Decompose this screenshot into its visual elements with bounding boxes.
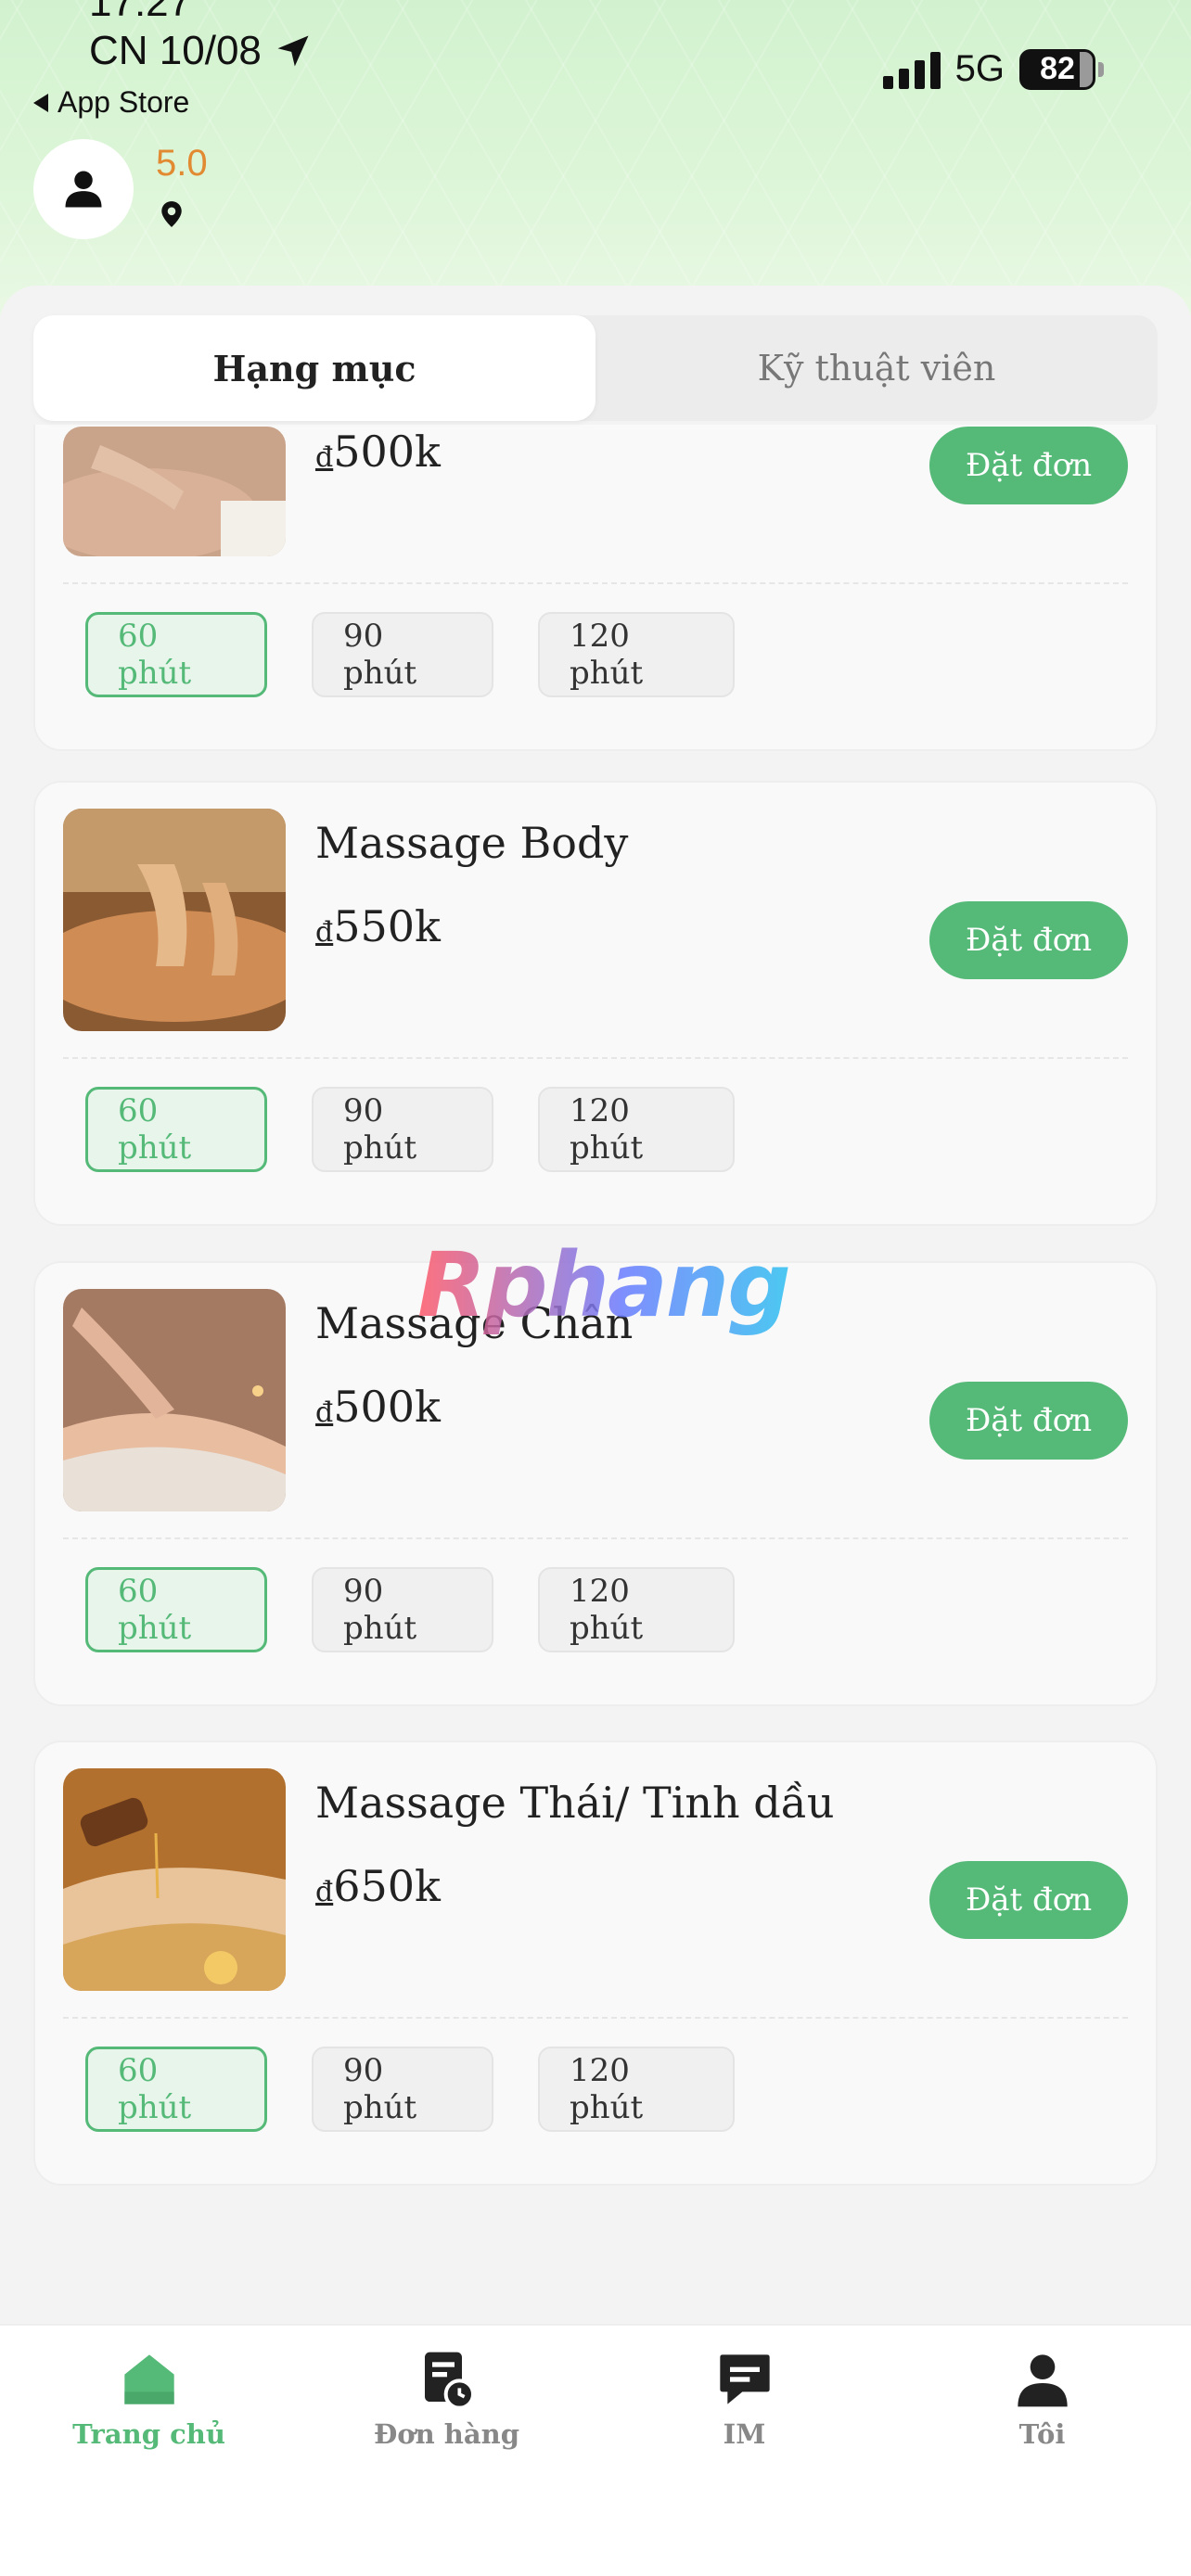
cellular-signal-icon xyxy=(882,50,941,89)
card-divider xyxy=(63,1057,1128,1059)
nav-me[interactable]: Tôi xyxy=(893,2326,1191,2576)
duration-option-90[interactable]: 90 phút xyxy=(312,1087,493,1172)
nav-orders[interactable]: Đơn hàng xyxy=(298,2326,596,2576)
duration-option-90[interactable]: 90 phút xyxy=(312,2047,493,2132)
service-image xyxy=(63,1768,286,1991)
duration-option-120[interactable]: 120 phút xyxy=(538,612,735,697)
person-icon xyxy=(1017,2354,1068,2407)
service-name: Massage Body xyxy=(315,818,629,868)
status-date-text: CN 10/08 xyxy=(89,28,262,73)
location-arrow-icon xyxy=(277,35,309,67)
back-triangle-icon xyxy=(33,93,48,112)
chat-icon xyxy=(719,2354,770,2404)
book-button[interactable]: Đặt đơn xyxy=(929,1861,1128,1939)
duration-option-60[interactable]: 60 phút xyxy=(85,612,267,697)
bottom-nav: Trang chủ Đơn hàng IM Tôi xyxy=(0,2324,1191,2576)
duration-options: 60 phút 90 phút 120 phút xyxy=(85,2047,735,2132)
status-date: CN 10/08 xyxy=(89,28,314,74)
service-image xyxy=(63,427,286,556)
tab-technicians[interactable]: Kỹ thuật viên xyxy=(596,315,1158,421)
category-tabs: Hạng mục Kỹ thuật viên xyxy=(33,315,1158,421)
service-image xyxy=(63,809,286,1031)
service-image xyxy=(63,1289,286,1511)
card-divider xyxy=(63,1537,1128,1539)
header-background: 17:27 CN 10/08 App Store 5G 82 5.0 xyxy=(0,0,1191,315)
duration-option-90[interactable]: 90 phút xyxy=(312,1567,493,1652)
book-button[interactable]: Đặt đơn xyxy=(929,1382,1128,1460)
price-amount: 500k xyxy=(333,427,441,477)
battery-icon: 82 xyxy=(1019,48,1104,90)
service-card: Massage Thái/ Tinh dầu đ650k Đặt đơn 60 … xyxy=(33,1741,1158,2186)
nav-label: Trang chủ xyxy=(72,2418,225,2450)
location-pin-icon[interactable] xyxy=(160,200,184,228)
nav-label: Đơn hàng xyxy=(373,2418,520,2450)
currency-symbol: đ xyxy=(315,441,334,474)
duration-options: 60 phút 90 phút 120 phút xyxy=(85,1567,735,1652)
home-icon xyxy=(123,2354,174,2404)
price-amount: 500k xyxy=(333,1382,441,1432)
price-amount: 550k xyxy=(333,901,441,951)
back-to-app-store-link[interactable]: App Store xyxy=(33,85,189,120)
watermark: Rphang xyxy=(417,1233,791,1337)
service-name: Massage Thái/ Tinh dầu xyxy=(315,1778,835,1828)
tab-categories[interactable]: Hạng mục xyxy=(33,315,596,421)
duration-option-120[interactable]: 120 phút xyxy=(538,1567,735,1652)
card-divider xyxy=(63,2017,1128,2019)
card-divider xyxy=(63,582,1128,584)
duration-option-60[interactable]: 60 phút xyxy=(85,1087,267,1172)
book-button[interactable]: Đặt đơn xyxy=(929,901,1128,979)
duration-option-60[interactable]: 60 phút xyxy=(85,2047,267,2132)
rating-value: 5.0 xyxy=(156,143,208,184)
book-button[interactable]: Đặt đơn xyxy=(929,427,1128,504)
duration-options: 60 phút 90 phút 120 phút xyxy=(85,1087,735,1172)
network-type: 5G xyxy=(954,48,1005,89)
nav-home[interactable]: Trang chủ xyxy=(0,2326,298,2576)
nav-label: Tôi xyxy=(1018,2418,1066,2450)
back-app-label: App Store xyxy=(58,85,190,119)
duration-option-120[interactable]: 120 phút xyxy=(538,1087,735,1172)
duration-option-90[interactable]: 90 phút xyxy=(312,612,493,697)
price-amount: 650k xyxy=(333,1861,441,1911)
orders-icon xyxy=(424,2352,475,2409)
nav-label: IM xyxy=(723,2418,766,2450)
status-time: 17:27 xyxy=(89,0,192,25)
currency-symbol: đ xyxy=(315,916,334,949)
service-price: đ500k xyxy=(315,1382,441,1432)
duration-option-60[interactable]: 60 phút xyxy=(85,1567,267,1652)
battery-level: 82 xyxy=(1040,51,1075,87)
service-price: đ550k xyxy=(315,901,441,951)
service-card: Massage Body đ550k Đặt đơn 60 phút 90 ph… xyxy=(33,781,1158,1226)
currency-symbol: đ xyxy=(315,1396,334,1429)
duration-options: 60 phút 90 phút 120 phút xyxy=(85,612,735,697)
service-price: đ500k xyxy=(315,427,441,477)
duration-option-120[interactable]: 120 phút xyxy=(538,2047,735,2132)
person-icon xyxy=(65,171,102,208)
nav-im[interactable]: IM xyxy=(596,2326,893,2576)
avatar[interactable] xyxy=(33,139,134,239)
status-indicators: 5G 82 xyxy=(882,48,1104,90)
service-price: đ650k xyxy=(315,1861,441,1911)
currency-symbol: đ xyxy=(315,1876,334,1908)
